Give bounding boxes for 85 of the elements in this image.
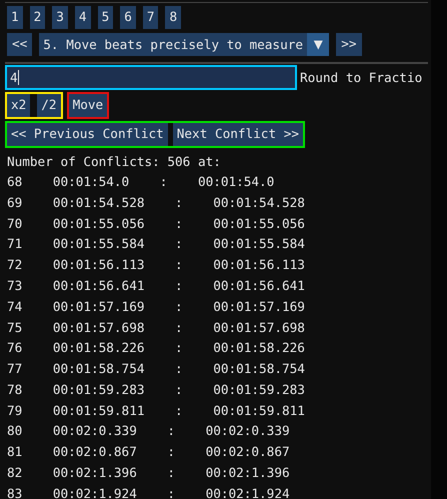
move-button[interactable]: Move	[68, 94, 108, 117]
conflict-summary: Number of Conflicts: 506 at:	[6, 153, 222, 171]
time-separator: :	[175, 380, 183, 399]
page-button[interactable]: 2	[30, 6, 46, 29]
end-time: 00:01:58.754	[213, 360, 305, 378]
start-time: 00:02:1.924	[52, 484, 137, 499]
conflict-index: 77	[7, 360, 22, 378]
time-separator: :	[175, 402, 183, 420]
start-time: 00:01:54.0	[52, 172, 130, 191]
time-separator: :	[160, 172, 168, 191]
end-time: 00:01:57.698	[213, 318, 305, 336]
dropdown-value: 5. Move beats precisely to measure	[42, 36, 304, 54]
end-time: 00:02:1.396	[206, 464, 290, 482]
conflict-index: 71	[7, 235, 22, 254]
conflict-nav-button[interactable]: Next Conflict >>	[172, 123, 303, 146]
conflict-index: 81	[7, 443, 22, 462]
start-time: 00:01:56.641	[52, 276, 144, 295]
page-button[interactable]: 8	[165, 6, 182, 29]
end-time: 00:01:54.528	[213, 194, 305, 212]
conflict-index: 70	[7, 214, 22, 233]
next-step-button[interactable]: >>	[336, 33, 362, 56]
conflict-index: 74	[7, 298, 22, 316]
time-separator: :	[175, 235, 183, 254]
page-button[interactable]: 6	[120, 6, 136, 29]
conflict-index: 73	[7, 276, 22, 295]
time-separator: :	[167, 422, 176, 440]
end-time: 00:02:0.867	[206, 443, 290, 462]
step-dropdown[interactable]: 5. Move beats precisely to measure ▼	[39, 33, 330, 56]
end-time: 00:01:59.283	[213, 380, 305, 399]
time-separator: :	[175, 318, 183, 336]
conflict-index: 75	[7, 318, 22, 336]
start-time: 00:02:1.396	[52, 464, 137, 482]
conflict-index: 80	[7, 422, 22, 440]
end-time: 00:01:59.811	[213, 402, 305, 420]
conflict-index: 69	[7, 194, 22, 212]
start-time: 00:01:59.283	[52, 380, 144, 399]
input-value: 4	[10, 68, 18, 87]
page-button[interactable]: 4	[74, 6, 91, 29]
time-separator: :	[175, 360, 183, 378]
start-time: 00:01:56.113	[52, 256, 144, 274]
scale-button[interactable]: /2	[37, 94, 61, 117]
end-time: 00:02:0.339	[206, 422, 290, 440]
start-time: 00:01:55.584	[52, 235, 144, 254]
fraction-input[interactable]: 4	[5, 65, 297, 90]
end-time: 00:01:56.641	[213, 276, 305, 295]
field-label: Round to Fractio	[300, 68, 422, 87]
conflict-index: 68	[7, 172, 22, 191]
time-separator: :	[175, 339, 183, 358]
start-time: 00:01:58.754	[52, 360, 144, 378]
end-time: 00:01:54.0	[198, 172, 274, 191]
time-separator: :	[167, 443, 176, 462]
start-time: 00:01:57.698	[52, 318, 144, 336]
start-time: 00:01:59.811	[52, 402, 144, 420]
end-time: 00:01:57.169	[213, 298, 305, 316]
start-time: 00:02:0.867	[52, 443, 137, 462]
end-time: 00:01:55.056	[213, 214, 305, 233]
end-time: 00:01:58.226	[213, 339, 305, 358]
conflict-nav-button[interactable]: << Previous Conflict	[7, 123, 168, 146]
time-separator: :	[175, 214, 183, 233]
start-time: 00:01:54.528	[52, 194, 144, 212]
time-separator: :	[175, 194, 183, 212]
conflict-index: 72	[7, 256, 22, 274]
start-time: 00:01:55.056	[52, 214, 144, 233]
time-separator: :	[167, 484, 176, 499]
page-button[interactable]: 7	[142, 6, 158, 29]
time-separator: :	[175, 276, 183, 295]
start-time: 00:01:58.226	[52, 339, 144, 358]
start-time: 00:01:57.169	[52, 298, 144, 316]
conflict-index: 79	[7, 402, 22, 420]
end-time: 00:02:1.924	[206, 484, 290, 499]
end-time: 00:01:55.584	[213, 235, 305, 254]
previous-step-button[interactable]: <<	[7, 33, 32, 56]
start-time: 00:02:0.339	[52, 422, 137, 440]
time-separator: :	[175, 298, 183, 316]
page-button[interactable]: 5	[98, 6, 114, 29]
conflict-index: 76	[7, 339, 22, 358]
scale-button[interactable]: x2	[7, 94, 30, 117]
page-button[interactable]: 3	[52, 6, 68, 29]
time-separator: :	[167, 464, 176, 482]
time-separator: :	[175, 256, 183, 274]
conflict-index: 83	[7, 484, 22, 499]
conflict-index: 78	[7, 380, 22, 399]
conflict-index: 82	[7, 464, 22, 482]
page-button[interactable]: 1	[7, 6, 23, 29]
end-time: 00:01:56.113	[213, 256, 305, 274]
